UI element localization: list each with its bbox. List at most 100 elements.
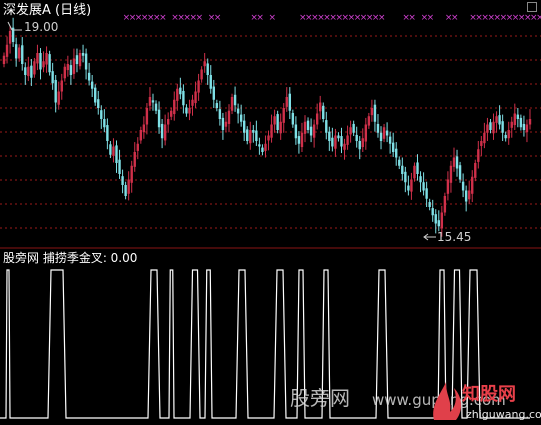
candle-body — [376, 123, 380, 133]
candle-body — [224, 121, 228, 127]
candle-body — [419, 176, 422, 183]
candle-body — [242, 120, 246, 133]
candle-body — [519, 117, 523, 128]
candle-body — [27, 66, 30, 77]
candle-body — [312, 124, 316, 138]
candle-body — [279, 121, 282, 134]
candle-body — [212, 86, 215, 100]
candle-body — [66, 64, 70, 71]
candle-body — [325, 120, 328, 133]
candle-body — [358, 141, 361, 150]
candle-body — [51, 71, 54, 84]
signal-marker: × — [214, 13, 222, 23]
candle-body — [388, 136, 392, 144]
candle-body — [118, 159, 121, 174]
candle-body — [188, 108, 191, 114]
candle-body — [303, 121, 307, 134]
candle-body — [480, 141, 483, 146]
candle-body — [467, 190, 471, 200]
signal-marker: × — [408, 13, 416, 23]
panel-toggle-button[interactable] — [527, 2, 537, 12]
candle-body — [60, 80, 63, 92]
candle-body — [404, 171, 407, 183]
candle-body — [285, 97, 288, 107]
candle-body — [18, 47, 21, 59]
candle-body — [331, 137, 334, 147]
candle-body — [291, 112, 295, 125]
candle-body — [176, 88, 179, 101]
candle-body — [382, 127, 386, 139]
candle-body — [434, 214, 437, 224]
candle-body — [81, 53, 85, 56]
candle-body — [39, 53, 42, 70]
candle-body — [413, 165, 416, 179]
candle-body — [130, 165, 133, 183]
candle-body — [69, 65, 73, 75]
candle-body — [30, 65, 33, 78]
candle-body — [209, 75, 212, 89]
watermark-gupang-name: 股旁网 — [290, 386, 350, 410]
candle-body — [2, 55, 6, 64]
candle-body — [309, 126, 313, 136]
candle-body — [294, 124, 298, 139]
signal-marker: × — [256, 13, 264, 23]
candle-body — [206, 63, 209, 75]
candle-body — [471, 176, 474, 194]
candle-body — [127, 179, 130, 194]
candle-body — [255, 130, 258, 141]
candle-body — [42, 61, 45, 68]
candle-body — [446, 179, 450, 194]
candle-body — [349, 127, 352, 135]
candle-body — [163, 124, 167, 141]
candle-body — [464, 190, 468, 202]
candle-body — [364, 124, 368, 142]
candle-body — [136, 143, 139, 151]
flame-logo-icon — [433, 382, 462, 420]
candle-body — [319, 102, 322, 112]
candle-body — [474, 163, 477, 178]
candle-body — [54, 79, 57, 103]
watermark-zhigu: 知股网 zhiguwang.com — [433, 382, 541, 421]
candle-body — [203, 61, 206, 67]
candle-body — [103, 119, 106, 128]
candle-body — [227, 110, 231, 124]
candle-body — [437, 220, 440, 227]
candle-body — [352, 123, 355, 133]
signal-marker: × — [536, 13, 541, 23]
candle-body — [528, 119, 532, 125]
candle-body — [288, 93, 292, 111]
candle-body — [297, 136, 301, 144]
candle-body — [273, 116, 276, 125]
candle-body — [407, 185, 410, 191]
signal-marker: × — [196, 13, 204, 23]
max-price-label: 19.00 — [24, 20, 58, 34]
candle-body — [361, 138, 364, 148]
candle-body — [495, 116, 498, 123]
candle-body — [21, 45, 24, 64]
candle-body — [276, 114, 279, 130]
candle-body — [261, 147, 264, 152]
candle-body — [218, 109, 222, 119]
signal-marker: × — [159, 13, 167, 23]
candle-body — [458, 165, 462, 180]
candle-body — [249, 130, 252, 144]
candle-body — [252, 130, 255, 133]
candle-body — [267, 135, 270, 141]
candle-body — [173, 99, 176, 115]
candle-body — [422, 182, 425, 191]
candle-body — [124, 185, 127, 196]
candle-body — [233, 94, 237, 106]
candle-body — [45, 53, 48, 65]
candle-body — [160, 123, 164, 139]
candle-body — [157, 109, 161, 128]
candle-body — [373, 104, 377, 122]
candle-body — [258, 144, 261, 147]
signal-marker: × — [269, 13, 277, 23]
signal-marker: × — [378, 13, 386, 23]
candle-body — [109, 144, 112, 155]
candle-body — [63, 66, 67, 79]
candle-body — [133, 152, 136, 167]
candle-body — [72, 58, 76, 74]
candle-body — [370, 108, 374, 116]
watermark-zhigu-url: zhiguwang.com — [466, 408, 541, 421]
